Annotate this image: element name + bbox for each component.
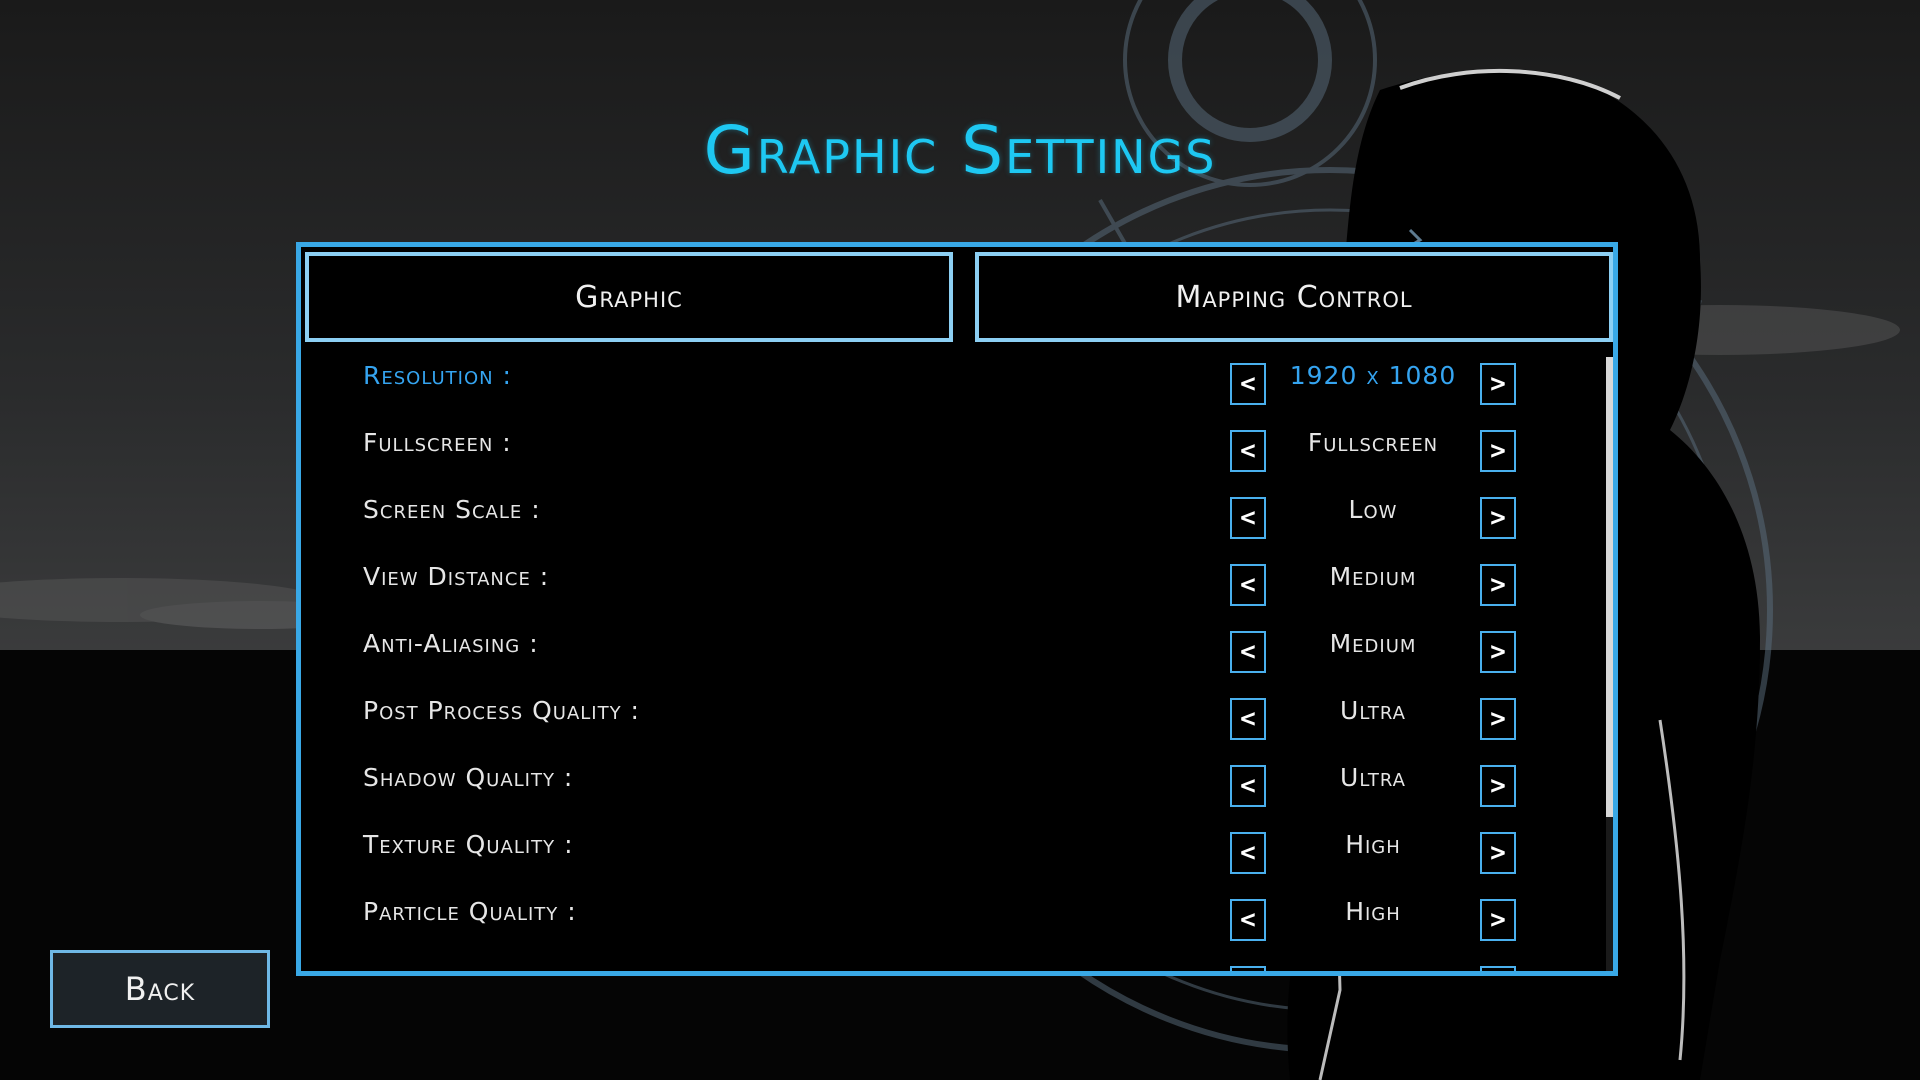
setting-value: Medium (1329, 629, 1417, 658)
previous-option-button[interactable]: < (1230, 698, 1266, 740)
page-title: Graphic Settings (703, 112, 1217, 189)
setting-label: View Distance : (363, 562, 550, 591)
setting-row-shadow-quality[interactable]: Shadow Quality : < Ultra > (301, 751, 1601, 818)
previous-option-button[interactable]: < (1230, 832, 1266, 874)
previous-option-button[interactable]: < (1230, 765, 1266, 807)
setting-value: Low (1348, 495, 1398, 524)
settings-list[interactable]: Resolution : < 1920 x 1080 > Fullscreen … (301, 349, 1613, 971)
setting-label: Particle Quality : (363, 897, 577, 926)
setting-value: Fullscreen (1307, 428, 1439, 457)
setting-value: Medium (1329, 562, 1417, 591)
previous-option-button[interactable]: < (1230, 631, 1266, 673)
next-option-button[interactable]: > (1480, 631, 1516, 673)
previous-option-button[interactable]: < (1230, 899, 1266, 941)
setting-row-fullscreen[interactable]: Fullscreen : < Fullscreen > (301, 416, 1601, 483)
previous-option-button[interactable]: < (1230, 363, 1266, 405)
setting-value: Ultra (1340, 696, 1406, 725)
next-option-button[interactable]: > (1480, 363, 1516, 405)
next-option-button[interactable]: > (1480, 564, 1516, 606)
next-option-button[interactable]: > (1480, 832, 1516, 874)
setting-value: High (1345, 830, 1401, 859)
setting-label: Screen Scale : (363, 495, 541, 524)
setting-row-particle-quality[interactable]: Particle Quality : < High > (301, 885, 1601, 952)
next-option-button[interactable]: > (1480, 698, 1516, 740)
next-option-button[interactable]: > (1480, 966, 1516, 971)
setting-label: Post Process Quality : (363, 696, 640, 725)
setting-row-view-distance[interactable]: View Distance : < Medium > (301, 550, 1601, 617)
setting-label: Fullscreen : (363, 428, 512, 457)
next-option-button[interactable]: > (1480, 765, 1516, 807)
setting-value: Ultra (1340, 763, 1406, 792)
setting-row-texture-quality[interactable]: Texture Quality : < High > (301, 818, 1601, 885)
setting-row-cut-off[interactable]: < > (301, 952, 1601, 971)
back-button[interactable]: Back (50, 950, 270, 1028)
scrollbar-thumb[interactable] (1606, 357, 1613, 817)
setting-label: Shadow Quality : (363, 763, 574, 792)
setting-value: 1920 x 1080 (1289, 361, 1457, 390)
previous-option-button[interactable]: < (1230, 497, 1266, 539)
setting-label: Anti-Aliasing : (363, 629, 539, 658)
scrollbar-track[interactable] (1606, 357, 1613, 971)
previous-option-button[interactable]: < (1230, 564, 1266, 606)
setting-row-screen-scale[interactable]: Screen Scale : < Low > (301, 483, 1601, 550)
settings-panel: Graphic Mapping Control Resolution : < 1… (296, 242, 1618, 976)
setting-label: Texture Quality : (363, 830, 574, 859)
setting-label: Resolution : (363, 361, 512, 390)
setting-row-post-process-quality[interactable]: Post Process Quality : < Ultra > (301, 684, 1601, 751)
next-option-button[interactable]: > (1480, 497, 1516, 539)
next-option-button[interactable]: > (1480, 899, 1516, 941)
next-option-button[interactable]: > (1480, 430, 1516, 472)
tab-graphic[interactable]: Graphic (305, 252, 953, 342)
previous-option-button[interactable]: < (1230, 430, 1266, 472)
setting-row-resolution[interactable]: Resolution : < 1920 x 1080 > (301, 349, 1601, 416)
previous-option-button[interactable]: < (1230, 966, 1266, 971)
setting-value: High (1345, 897, 1401, 926)
tab-mapping-control[interactable]: Mapping Control (975, 252, 1613, 342)
setting-row-anti-aliasing[interactable]: Anti-Aliasing : < Medium > (301, 617, 1601, 684)
